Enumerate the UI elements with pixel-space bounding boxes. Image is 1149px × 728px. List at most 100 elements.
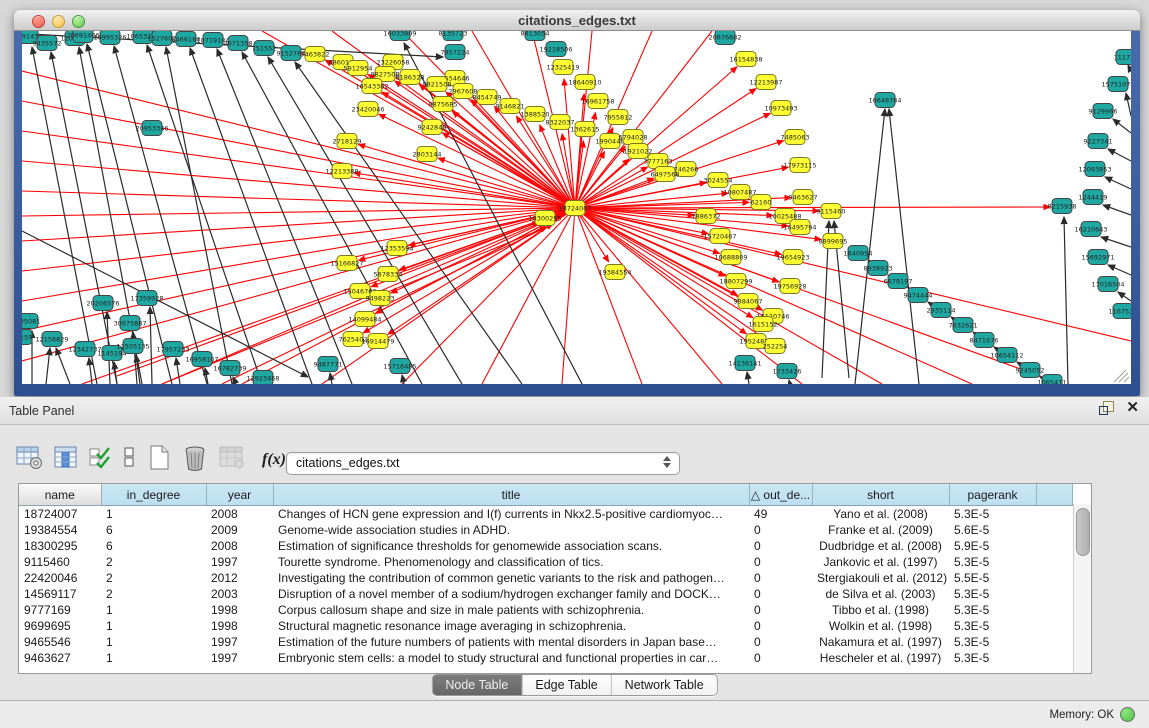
table-row[interactable]: 1830029562008Estimation of significance … (19, 538, 1072, 554)
graph-node[interactable]: 9435572 (33, 36, 62, 51)
graph-node[interactable]: 12923468 (246, 371, 279, 385)
graph-node[interactable]: 12156829 (35, 332, 68, 347)
graph-node[interactable]: 10688809 (714, 250, 747, 265)
graph-node[interactable]: 16154838 (729, 52, 762, 67)
graph-node[interactable]: 20876682 (708, 31, 741, 45)
graph-node[interactable]: 9821508 (423, 77, 452, 92)
graph-node[interactable]: 1362615 (571, 122, 600, 137)
graph-node[interactable]: 8215938 (1048, 199, 1077, 214)
graph-node[interactable]: 9152760 (277, 46, 306, 61)
column-header-name[interactable]: name (19, 484, 101, 506)
graph-node[interactable]: 12325419 (546, 60, 579, 75)
graph-node[interactable]: 15751074 (1101, 77, 1131, 92)
graph-node[interactable]: 7485063 (781, 130, 810, 145)
graph-node[interactable]: 9129966 (1089, 104, 1118, 119)
graph-node[interactable]: 2935114 (927, 303, 956, 318)
graph-node[interactable]: 7955812 (604, 110, 633, 125)
graph-node[interactable]: 12093853 (1078, 162, 1111, 177)
graph-node[interactable]: 15716485 (383, 359, 416, 374)
graph-node[interactable]: 835081 (22, 314, 40, 329)
graph-node[interactable]: 18640910 (568, 75, 601, 90)
window-titlebar[interactable]: citations_edges.txt (14, 10, 1140, 31)
tab-node-table[interactable]: Node Table (432, 675, 521, 695)
graph-node[interactable]: 16961758 (581, 94, 614, 109)
new-document-icon[interactable] (147, 444, 171, 476)
graph-node[interactable]: 1065411 (1038, 375, 1067, 385)
table-row[interactable]: 977716911998Corpus callosum shape and si… (19, 602, 1072, 618)
graph-node[interactable]: 19218506 (539, 42, 572, 57)
table-row[interactable]: 946554611997Estimation of the future num… (19, 634, 1072, 650)
graph-node[interactable]: 9474444 (904, 288, 933, 303)
table-row[interactable]: 911546021997Tourette syndrome. Phenomeno… (19, 554, 1072, 570)
network-view-canvas[interactable]: 7463822886012859129542322605898275088186… (22, 31, 1131, 384)
graph-node[interactable]: 8135723 (439, 31, 468, 41)
graph-node[interactable]: 15720407 (703, 229, 736, 244)
graph-node[interactable]: 9498223 (366, 291, 395, 306)
graph-node[interactable]: 14136141 (728, 356, 761, 371)
graph-node[interactable]: 16033809 (383, 31, 416, 41)
graph-node[interactable]: 12213388 (325, 164, 358, 179)
graph-node[interactable]: 15692971 (1081, 250, 1114, 265)
graph-node[interactable]: 751552 (252, 41, 277, 56)
graph-node[interactable]: 9463627 (789, 190, 818, 205)
graph-node[interactable]: 9487771 (314, 357, 343, 372)
table-selector-combobox[interactable]: citations_edges.txt (286, 452, 680, 475)
graph-node[interactable]: 12213987 (749, 75, 782, 90)
graph-node[interactable]: 1640954 (844, 246, 873, 261)
graph-node[interactable]: 9227341 (1084, 134, 1113, 149)
table-row[interactable]: 1872400712008Changes of HCN gene express… (19, 506, 1072, 523)
graph-node[interactable]: 9115460 (817, 204, 846, 219)
graph-node[interactable]: 9875685 (429, 97, 458, 112)
graph-node[interactable]: 4671358 (224, 36, 253, 51)
graph-node[interactable]: 8471676 (970, 333, 999, 348)
graph-node[interactable]: 19384554 (598, 265, 631, 280)
graph-node[interactable]: 62160 (751, 195, 772, 210)
graph-node[interactable]: 17973115 (783, 158, 816, 173)
table-row[interactable]: 969969511998Structural magnetic resonanc… (19, 618, 1072, 634)
graph-node[interactable]: 2803144 (413, 147, 442, 162)
graph-node[interactable]: 5878334 (374, 267, 403, 282)
graph-node[interactable]: 9245052 (1016, 363, 1045, 378)
table-row[interactable]: 946362711997Embryonic stem cells: a mode… (19, 650, 1072, 666)
graph-node[interactable]: 7886372 (692, 209, 721, 224)
graph-node[interactable]: 16648784 (868, 93, 901, 108)
graph-node[interactable]: 252254 (763, 339, 788, 354)
graph-node[interactable]: 6794028 (619, 130, 648, 145)
table-scrollbar[interactable] (1073, 504, 1091, 673)
column-header-out_de[interactable]: △ out_de... (749, 484, 812, 506)
graph-node[interactable]: 1167533 (1109, 304, 1131, 319)
graph-node[interactable]: 8186328 (396, 70, 425, 85)
graph-node[interactable]: 19756928 (773, 279, 806, 294)
delete-table-icon[interactable] (182, 444, 208, 477)
graph-node[interactable]: 5912954 (344, 61, 373, 76)
graph-node[interactable]: 6679197 (884, 274, 913, 289)
memory-status-indicator[interactable] (1120, 707, 1135, 722)
graph-node[interactable]: 2718129 (333, 134, 362, 149)
graph-node[interactable]: 20206576 (86, 296, 119, 311)
graph-node[interactable]: 1733426 (773, 364, 802, 379)
column-header-pagerank[interactable]: pagerank (949, 484, 1036, 506)
graph-node[interactable]: 14099484 (348, 312, 381, 327)
tab-edge-table[interactable]: Edge Table (521, 675, 610, 695)
column-header-short[interactable]: short (812, 484, 949, 506)
graph-node[interactable]: 19654923 (776, 250, 809, 265)
graph-node[interactable]: 17016504 (1091, 277, 1124, 292)
graph-node[interactable]: 17359928 (130, 291, 163, 306)
table-settings-icon[interactable] (16, 445, 43, 475)
graph-node[interactable]: 16210643 (1074, 222, 1107, 237)
graph-node[interactable]: 8899695 (819, 234, 848, 249)
graph-node[interactable]: 8938923 (864, 261, 893, 276)
graph-node[interactable]: 20953346 (135, 121, 168, 136)
row-height-icon[interactable] (122, 445, 136, 475)
graph-node[interactable]: 9242848 (418, 120, 447, 135)
graph-node[interactable]: 10995326 (93, 31, 126, 45)
graph-node[interactable]: 8813054 (521, 31, 550, 41)
graph-node[interactable]: 3024554 (704, 173, 733, 188)
column-header-in_degree[interactable]: in_degree (101, 484, 206, 506)
graph-node[interactable]: 39159 (22, 330, 32, 345)
graph-node[interactable]: 1615152 (749, 317, 778, 332)
tab-network-table[interactable]: Network Table (611, 675, 717, 695)
table-row[interactable]: 1938455462009Genome-wide association stu… (19, 522, 1072, 538)
table-scrollbar-thumb[interactable] (1076, 508, 1090, 556)
float-panel-icon[interactable] (1099, 401, 1114, 415)
